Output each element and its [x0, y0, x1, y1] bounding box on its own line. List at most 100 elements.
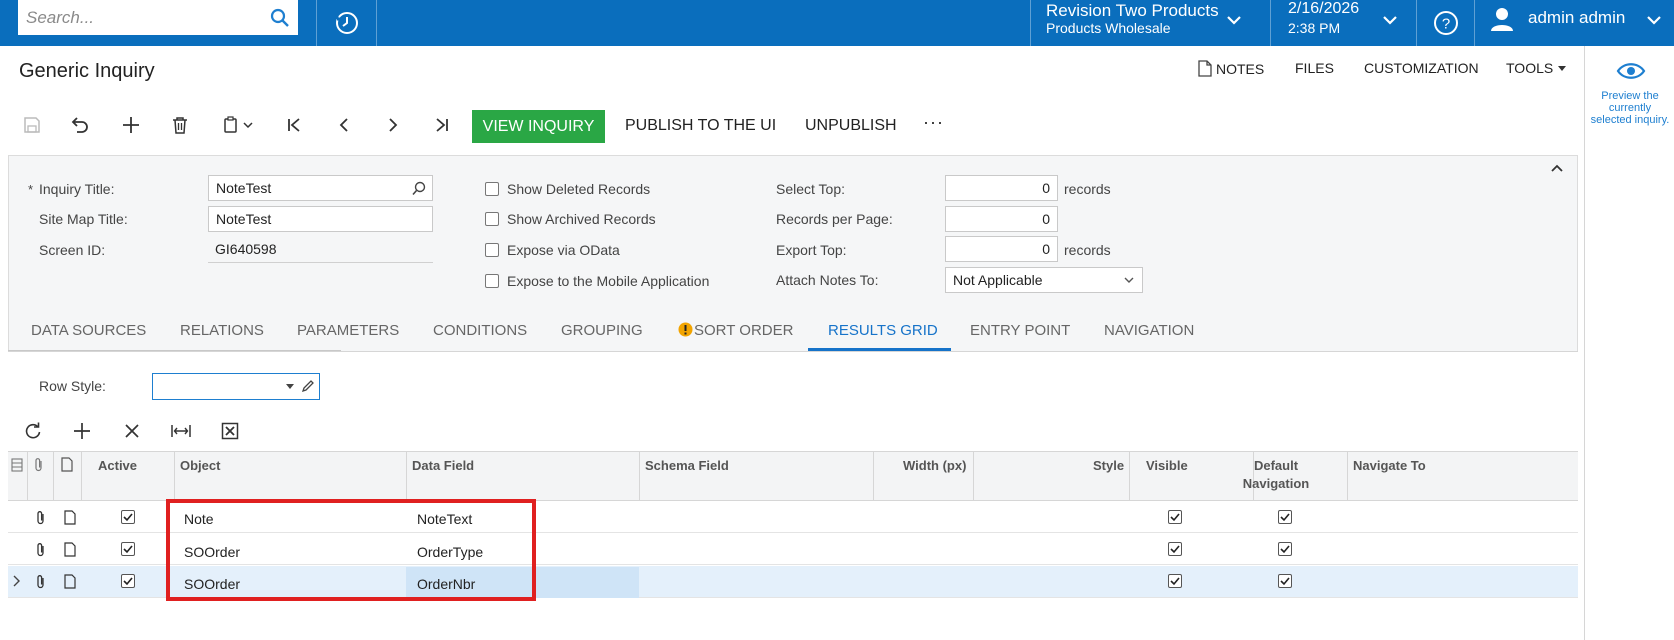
copy-paste-button[interactable] — [217, 110, 261, 140]
pencil-icon[interactable] — [301, 379, 315, 393]
records-per-page-label: Records per Page: — [776, 211, 893, 227]
row-style-field[interactable] — [152, 373, 320, 400]
search-icon[interactable] — [412, 181, 427, 196]
tab-grouping[interactable]: GROUPING — [561, 322, 643, 339]
tab-conditions[interactable]: CONDITIONS — [433, 322, 527, 339]
note-icon[interactable] — [64, 574, 76, 589]
view-inquiry-button[interactable]: VIEW INQUIRY — [472, 110, 605, 143]
company-selector[interactable]: Revision Two Products Products Wholesale — [1030, 0, 1270, 46]
row-style-label: Row Style: — [39, 378, 106, 394]
attach-notes-select[interactable]: Not Applicable — [945, 267, 1143, 293]
tab-navigation[interactable]: NAVIGATION — [1104, 322, 1194, 339]
visible-checkbox[interactable] — [1168, 542, 1182, 556]
export-excel-button[interactable] — [215, 418, 245, 444]
chevron-right-icon — [385, 117, 401, 133]
attachment-icon[interactable] — [35, 574, 47, 590]
tab-entry-point[interactable]: ENTRY POINT — [970, 322, 1070, 339]
tab-results-grid[interactable]: RESULTS GRID — [828, 322, 938, 339]
show-archived-checkbox[interactable] — [485, 212, 499, 226]
attachment-icon[interactable] — [35, 542, 47, 558]
fit-to-screen-button[interactable] — [166, 418, 196, 444]
col-object[interactable]: Object — [180, 458, 220, 473]
col-default-navigation[interactable]: Default Navigation — [1240, 457, 1312, 493]
unpublish-button[interactable]: UNPUBLISH — [805, 117, 897, 135]
tools-menu[interactable]: TOOLS — [1506, 60, 1567, 76]
note-icon[interactable] — [64, 542, 76, 557]
last-record-button[interactable] — [427, 110, 457, 140]
col-navigate-to[interactable]: Navigate To — [1353, 458, 1426, 473]
active-checkbox[interactable] — [121, 542, 135, 556]
col-schema-field[interactable]: Schema Field — [645, 458, 729, 473]
cancel-button[interactable] — [65, 110, 95, 140]
business-date: 2/16/2026 — [1288, 0, 1360, 17]
chevron-down-icon — [1382, 12, 1398, 28]
document-icon — [1198, 60, 1212, 77]
show-deleted-checkbox[interactable] — [485, 182, 499, 196]
attach-notes-value: Not Applicable — [953, 272, 1043, 288]
active-checkbox[interactable] — [121, 510, 135, 524]
col-width[interactable]: Width (px) — [903, 458, 966, 473]
files-link[interactable]: FILES — [1295, 60, 1334, 76]
search-input[interactable]: Search... — [26, 8, 262, 28]
plus-icon — [122, 116, 140, 134]
add-button[interactable] — [116, 110, 146, 140]
export-top-field[interactable]: 0 — [945, 236, 1058, 262]
records-per-page-field[interactable]: 0 — [945, 206, 1058, 232]
chevron-down-icon — [1646, 12, 1662, 28]
customization-link[interactable]: CUSTOMIZATION — [1364, 60, 1479, 76]
tab-relations[interactable]: RELATIONS — [180, 322, 264, 339]
notes-link[interactable]: NOTES — [1198, 60, 1264, 77]
screen-id-label: Screen ID: — [39, 242, 106, 258]
visible-checkbox[interactable] — [1168, 574, 1182, 588]
col-style[interactable]: Style — [1093, 458, 1124, 473]
business-date-selector[interactable]: 2/16/2026 2:38 PM — [1270, 0, 1417, 46]
tab-sort-order[interactable]: SORT ORDER — [694, 322, 793, 339]
delete-row-button[interactable] — [117, 418, 147, 444]
site-map-title-label: Site Map Title: — [39, 211, 128, 227]
col-data-field[interactable]: Data Field — [412, 458, 474, 473]
tab-parameters[interactable]: PARAMETERS — [297, 322, 399, 339]
expose-odata-checkbox[interactable] — [485, 243, 499, 257]
first-record-button[interactable] — [279, 110, 309, 140]
help-icon[interactable]: ? — [1417, 0, 1474, 46]
attachment-icon[interactable] — [35, 510, 47, 526]
delete-button[interactable] — [165, 110, 195, 140]
tab-data-sources[interactable]: DATA SOURCES — [31, 322, 146, 339]
preview-description[interactable]: Preview the currently selected inquiry. — [1589, 90, 1671, 126]
more-button[interactable]: ··· — [923, 112, 944, 133]
default-navigation-checkbox[interactable] — [1278, 510, 1292, 524]
previous-record-button[interactable] — [329, 110, 359, 140]
screen-id-field: GI640598 — [208, 237, 433, 263]
add-row-button[interactable] — [67, 418, 97, 444]
tab-divider-accent — [8, 350, 341, 351]
default-navigation-checkbox[interactable] — [1278, 542, 1292, 556]
collapse-icon[interactable] — [1550, 163, 1564, 173]
refresh-button[interactable] — [18, 418, 48, 444]
next-record-button[interactable] — [378, 110, 408, 140]
note-icon[interactable] — [64, 510, 76, 525]
active-checkbox[interactable] — [121, 574, 135, 588]
col-visible[interactable]: Visible — [1146, 458, 1188, 473]
close-icon — [124, 423, 140, 439]
user-menu[interactable]: admin admin — [1474, 0, 1674, 46]
site-map-title-field[interactable]: NoteTest — [208, 206, 433, 232]
search-icon[interactable] — [262, 0, 298, 35]
publish-button[interactable]: PUBLISH TO THE UI — [625, 117, 776, 135]
save-icon — [23, 116, 41, 134]
expose-mobile-checkbox[interactable] — [485, 274, 499, 288]
save-button[interactable] — [17, 110, 47, 140]
expose-mobile-label: Expose to the Mobile Application — [507, 273, 710, 289]
search-box[interactable]: Search... — [18, 0, 298, 35]
history-icon[interactable] — [317, 0, 376, 46]
eye-icon[interactable] — [1616, 60, 1646, 82]
notes-label: NOTES — [1216, 60, 1265, 77]
inquiry-title-field[interactable]: NoteTest — [208, 175, 433, 201]
default-navigation-checkbox[interactable] — [1278, 574, 1292, 588]
col-active[interactable]: Active — [98, 458, 137, 473]
visible-checkbox[interactable] — [1168, 510, 1182, 524]
select-top-field[interactable]: 0 — [945, 175, 1058, 201]
required-mark: * — [28, 182, 34, 197]
page-title: Generic Inquiry — [19, 60, 155, 82]
caret-down-icon[interactable] — [285, 383, 295, 390]
plus-icon — [73, 422, 91, 440]
